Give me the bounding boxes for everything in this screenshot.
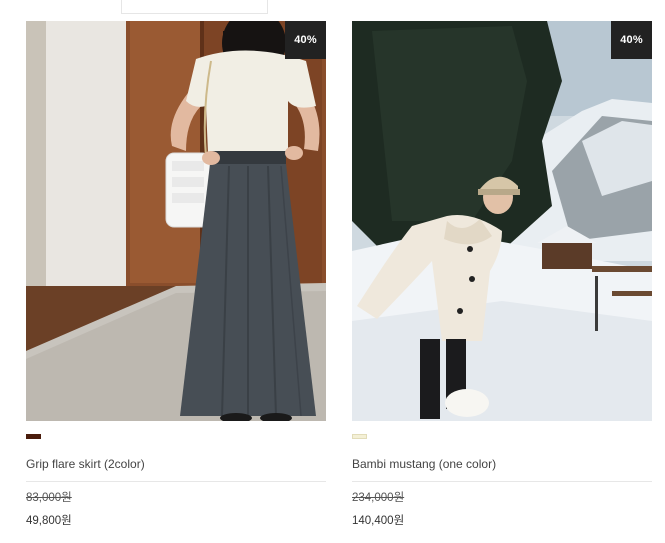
top-partial-box bbox=[121, 0, 268, 14]
product-name[interactable]: Bambi mustang (one color) bbox=[352, 456, 652, 472]
original-price: 234,000원 bbox=[352, 492, 405, 504]
original-price: 83,000원 bbox=[26, 492, 72, 504]
mustang-photo bbox=[352, 21, 652, 421]
divider bbox=[26, 481, 326, 482]
product-image[interactable]: 40% bbox=[352, 21, 652, 421]
divider bbox=[352, 481, 652, 482]
skirt-photo bbox=[26, 21, 326, 421]
product-card[interactable]: 40% Grip flare skirt (2color) 83,000원 49… bbox=[26, 21, 326, 528]
product-image[interactable]: 40% bbox=[26, 21, 326, 421]
discount-badge: 40% bbox=[285, 21, 326, 59]
sale-price: 140,400원 bbox=[352, 515, 405, 527]
sale-price: 49,800원 bbox=[26, 515, 72, 527]
product-name[interactable]: Grip flare skirt (2color) bbox=[26, 456, 326, 472]
discount-badge: 40% bbox=[611, 21, 652, 59]
product-card[interactable]: 40% Bambi mustang (one color) 234,000원 1… bbox=[352, 21, 652, 528]
color-swatch bbox=[26, 434, 41, 439]
color-swatch bbox=[352, 434, 367, 439]
